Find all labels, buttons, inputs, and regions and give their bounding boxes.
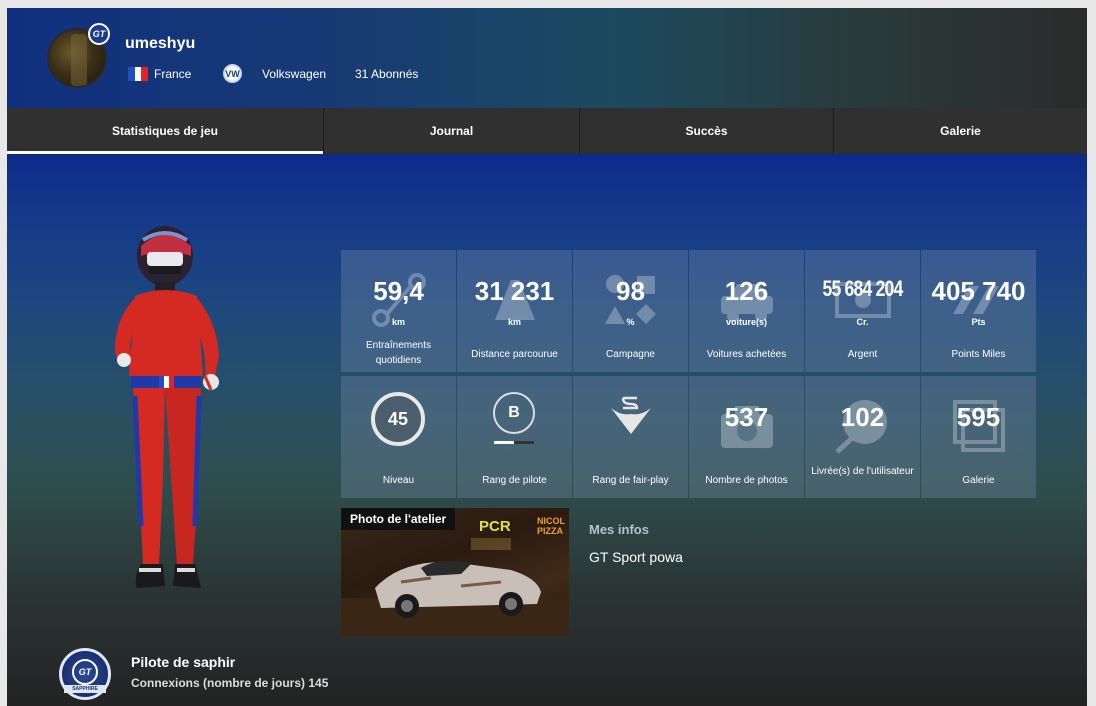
stat-unit: voiture(s)	[725, 317, 767, 327]
stat-label: Niveau	[382, 475, 415, 486]
driver-rank-title: Pilote de saphir	[131, 654, 236, 670]
stat-unit: km	[391, 317, 405, 327]
stat-label: Argent	[847, 349, 878, 360]
stat-label: Rang de fair-play	[592, 475, 669, 486]
gt-logo-icon: GT	[72, 659, 98, 685]
driver-rank-letter: B	[508, 404, 520, 421]
profile-tabs: Statistiques de jeu Journal Succès Galer…	[7, 108, 1087, 154]
stat-value: 405 740	[931, 276, 1026, 306]
stat-label: Distance parcourue	[471, 349, 558, 360]
stat-unit: Cr.	[856, 317, 869, 327]
stat-value: 126	[724, 276, 769, 306]
tab-game-stats[interactable]: Statistiques de jeu	[7, 108, 324, 154]
garage-photo[interactable]: Photo de l'atelier PCR NICOL PIZZA	[341, 508, 569, 636]
login-days: Connexions (nombre de jours) 145	[131, 676, 329, 690]
tab-gallery[interactable]: Galerie	[834, 108, 1087, 154]
stat-value: 102	[840, 402, 885, 432]
stats-panel: 59,4 km Entraînements quotidiens 31 231 …	[7, 154, 1087, 706]
tab-journal[interactable]: Journal	[324, 108, 580, 154]
stat-money[interactable]: 55 684 204 Cr. Argent	[805, 250, 920, 372]
badge-ribbon: SAPPHIRE	[64, 685, 106, 693]
stat-cars-bought[interactable]: 126 voiture(s) Voitures achetées	[689, 250, 804, 372]
volkswagen-logo-icon: VW	[223, 64, 242, 83]
profile-page: GT umeshyu France VW Volkswagen 31 Abonn…	[7, 8, 1087, 706]
country-label: France	[154, 67, 192, 81]
stat-miles[interactable]: 405 740 Pts Points Miles	[921, 250, 1036, 372]
favorite-brand: Volkswagen	[262, 67, 327, 81]
garage-photo-title: Photo de l'atelier	[341, 508, 456, 530]
handshake-icon	[611, 396, 651, 434]
stat-label: Voitures achetées	[706, 349, 787, 360]
france-flag-icon	[128, 67, 149, 81]
stat-value: 98	[616, 276, 645, 306]
stat-gallery[interactable]: 595 Galerie	[921, 376, 1036, 498]
stat-label: Points Miles	[951, 349, 1006, 360]
followers-count[interactable]: 31 Abonnés	[355, 67, 418, 81]
neon-sign-pizza: NICOL PIZZA	[537, 516, 565, 536]
neon-sign-pcr: PCR	[479, 518, 511, 535]
stat-driver-rank[interactable]: B Rang de pilote	[457, 376, 572, 498]
stat-label: Galerie	[962, 475, 995, 486]
stat-fair-play[interactable]: Rang de fair-play	[573, 376, 688, 498]
level-value: 45	[387, 408, 409, 429]
driver-rank-progress	[494, 441, 534, 444]
stat-unit: km	[507, 317, 521, 327]
stat-photos[interactable]: 537 Nombre de photos	[689, 376, 804, 498]
stat-liveries[interactable]: 102 Livrée(s) de l'utilisateur	[805, 376, 920, 498]
stat-value: 537	[724, 402, 769, 432]
stat-daily-workout[interactable]: 59,4 km Entraînements quotidiens	[341, 250, 456, 372]
my-info-text: GT Sport powa	[589, 549, 683, 565]
stat-unit: Pts	[971, 317, 986, 327]
stat-value: 55 684 204	[822, 276, 903, 301]
stat-value: 59,4	[373, 276, 424, 306]
gt-badge-icon: GT	[88, 23, 110, 45]
driver-avatar-image	[115, 226, 219, 588]
stats-grid: 59,4 km Entraînements quotidiens 31 231 …	[341, 250, 1037, 498]
stat-distance[interactable]: 31 231 km Distance parcourue	[457, 250, 572, 372]
stat-level[interactable]: 45 Niveau	[341, 376, 456, 498]
driver-rank-icon: B	[493, 392, 535, 434]
tab-achievements[interactable]: Succès	[580, 108, 834, 154]
stat-campaign[interactable]: 98 % Campagne	[573, 250, 688, 372]
stat-label: Rang de pilote	[482, 475, 547, 486]
stat-label: Campagne	[606, 349, 655, 360]
stat-label: Entraînements quotidiens	[365, 340, 432, 366]
stat-value: 31 231	[474, 276, 555, 306]
sapphire-rank-badge-icon: GT SAPPHIRE	[59, 648, 111, 700]
profile-header: GT umeshyu France VW Volkswagen 31 Abonn…	[7, 8, 1087, 108]
stat-label: Nombre de photos	[705, 475, 788, 486]
username: umeshyu	[125, 35, 196, 52]
stat-label: Livrée(s) de l'utilisateur	[811, 466, 914, 477]
level-ring-icon: 45	[371, 392, 425, 446]
stat-unit: %	[626, 317, 635, 327]
my-info-title: Mes infos	[589, 522, 649, 537]
stat-value: 595	[956, 402, 1001, 432]
